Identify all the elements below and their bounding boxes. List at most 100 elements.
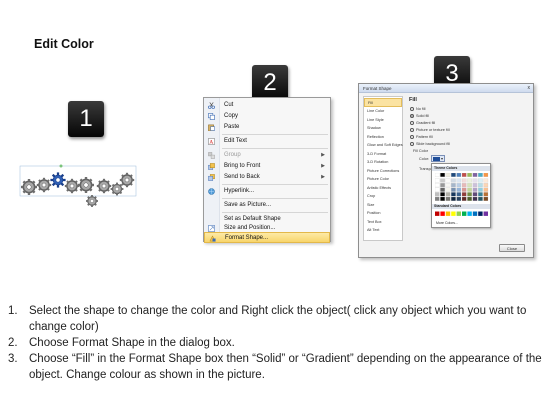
radio-button[interactable] bbox=[410, 142, 414, 146]
theme-color-swatch[interactable] bbox=[472, 192, 478, 197]
radio-button[interactable] bbox=[410, 121, 414, 125]
radio-button[interactable] bbox=[410, 135, 414, 139]
standard-color-swatch[interactable] bbox=[483, 211, 488, 216]
standard-color-swatch[interactable] bbox=[478, 211, 483, 216]
theme-color-swatch[interactable] bbox=[478, 192, 483, 197]
theme-color-swatch[interactable] bbox=[461, 173, 467, 177]
theme-color-swatch[interactable] bbox=[445, 183, 451, 188]
theme-color-swatch[interactable] bbox=[467, 187, 472, 192]
theme-color-swatch[interactable] bbox=[472, 196, 478, 201]
menu-item-copy[interactable]: Copy bbox=[204, 111, 330, 122]
theme-color-swatch[interactable] bbox=[483, 178, 489, 183]
nav-item-line-style[interactable]: Line Style bbox=[364, 116, 402, 125]
theme-color-swatch[interactable] bbox=[483, 183, 489, 188]
theme-color-swatch[interactable] bbox=[456, 173, 462, 177]
radio-button[interactable] bbox=[410, 107, 414, 111]
theme-color-swatch[interactable] bbox=[445, 192, 451, 197]
menu-item-edit-text[interactable]: A Edit Text bbox=[204, 136, 330, 147]
theme-color-swatch[interactable] bbox=[451, 187, 456, 192]
standard-color-swatch[interactable] bbox=[445, 211, 451, 216]
theme-color-swatch[interactable] bbox=[467, 173, 472, 177]
theme-color-swatch[interactable] bbox=[445, 187, 451, 192]
radio-button[interactable] bbox=[410, 128, 414, 132]
theme-color-swatch[interactable] bbox=[478, 183, 483, 188]
theme-color-swatch[interactable] bbox=[483, 196, 489, 201]
theme-color-swatch[interactable] bbox=[472, 187, 478, 192]
theme-color-swatch[interactable] bbox=[478, 173, 483, 177]
theme-color-swatch[interactable] bbox=[435, 187, 440, 192]
nav-item-glow[interactable]: Glow and Soft Edges bbox=[364, 141, 403, 150]
gears-graphic[interactable] bbox=[16, 155, 144, 215]
theme-color-swatch[interactable] bbox=[456, 187, 462, 192]
menu-item-save-as-picture[interactable]: Save as Picture... bbox=[204, 200, 330, 211]
more-colors-link[interactable]: More Colors... bbox=[436, 221, 458, 225]
nav-item-position[interactable]: Position bbox=[364, 209, 402, 218]
nav-item-fill[interactable]: Fill bbox=[364, 98, 402, 107]
theme-color-grid[interactable] bbox=[435, 173, 489, 203]
theme-color-swatch[interactable] bbox=[445, 173, 451, 177]
theme-color-swatch[interactable] bbox=[461, 196, 467, 201]
theme-color-swatch[interactable] bbox=[478, 178, 483, 183]
nav-item-3d-format[interactable]: 3-D Format bbox=[364, 150, 402, 159]
theme-color-swatch[interactable] bbox=[472, 183, 478, 188]
nav-item-crop[interactable]: Crop bbox=[364, 192, 402, 201]
menu-item-cut[interactable]: Cut bbox=[204, 100, 330, 111]
theme-color-swatch[interactable] bbox=[478, 196, 483, 201]
theme-color-swatch[interactable] bbox=[461, 183, 467, 188]
theme-color-swatch[interactable] bbox=[456, 183, 462, 188]
theme-color-swatch[interactable] bbox=[451, 192, 456, 197]
radio-button[interactable] bbox=[410, 114, 414, 118]
theme-color-swatch[interactable] bbox=[435, 192, 440, 197]
close-button[interactable]: Close bbox=[499, 244, 525, 252]
theme-color-swatch[interactable] bbox=[456, 178, 462, 183]
theme-color-swatch[interactable] bbox=[461, 178, 467, 183]
theme-color-swatch[interactable] bbox=[478, 187, 483, 192]
menu-item-send-to-back[interactable]: Send to Back ▶ bbox=[204, 172, 330, 183]
radio-picture-fill[interactable]: Picture or texture fill bbox=[410, 127, 450, 133]
theme-color-swatch[interactable] bbox=[461, 187, 467, 192]
theme-color-swatch[interactable] bbox=[472, 178, 478, 183]
theme-color-swatch[interactable] bbox=[435, 183, 440, 188]
theme-color-swatch[interactable] bbox=[451, 196, 456, 201]
theme-color-swatch[interactable] bbox=[451, 183, 456, 188]
theme-color-swatch[interactable] bbox=[461, 192, 467, 197]
nav-item-picture-color[interactable]: Picture Color bbox=[364, 175, 402, 184]
theme-color-swatch[interactable] bbox=[483, 173, 489, 177]
standard-color-swatch[interactable] bbox=[435, 211, 440, 216]
theme-color-swatch[interactable] bbox=[435, 173, 440, 177]
nav-item-line-color[interactable]: Line Color bbox=[364, 107, 402, 116]
standard-color-swatch[interactable] bbox=[472, 211, 478, 216]
menu-item-bring-to-front[interactable]: Bring to Front ▶ bbox=[204, 161, 330, 172]
theme-color-swatch[interactable] bbox=[440, 187, 445, 192]
radio-no-fill[interactable]: No fill bbox=[410, 106, 426, 112]
standard-color-row[interactable] bbox=[435, 211, 489, 217]
theme-color-swatch[interactable] bbox=[440, 173, 445, 177]
theme-color-swatch[interactable] bbox=[483, 192, 489, 197]
radio-pattern-fill[interactable]: Pattern fill bbox=[410, 134, 433, 140]
theme-color-swatch[interactable] bbox=[456, 192, 462, 197]
standard-color-swatch[interactable] bbox=[462, 211, 467, 216]
theme-color-swatch[interactable] bbox=[467, 178, 472, 183]
standard-color-swatch[interactable] bbox=[456, 211, 461, 216]
theme-color-swatch[interactable] bbox=[483, 187, 489, 192]
theme-color-swatch[interactable] bbox=[440, 178, 445, 183]
theme-color-swatch[interactable] bbox=[451, 173, 456, 177]
theme-color-swatch[interactable] bbox=[435, 178, 440, 183]
theme-color-swatch[interactable] bbox=[467, 183, 472, 188]
theme-color-swatch[interactable] bbox=[440, 183, 445, 188]
menu-item-hyperlink[interactable]: Hyperlink... bbox=[204, 186, 330, 197]
nav-item-alt-text[interactable]: Alt Text bbox=[364, 226, 402, 235]
nav-item-3d-rotation[interactable]: 3-D Rotation bbox=[364, 158, 402, 167]
nav-item-reflection[interactable]: Reflection bbox=[364, 133, 402, 142]
theme-color-swatch[interactable] bbox=[435, 196, 440, 201]
standard-color-swatch[interactable] bbox=[467, 211, 472, 216]
theme-color-swatch[interactable] bbox=[467, 196, 472, 201]
close-icon[interactable]: x bbox=[528, 85, 531, 91]
theme-color-swatch[interactable] bbox=[445, 178, 451, 183]
nav-item-size[interactable]: Size bbox=[364, 201, 402, 210]
color-picker-button[interactable]: ▾ bbox=[431, 155, 445, 162]
nav-item-text-box[interactable]: Text Box bbox=[364, 218, 402, 227]
radio-slide-background-fill[interactable]: Slide background fill bbox=[410, 141, 450, 147]
radio-solid-fill[interactable]: Solid fill bbox=[410, 113, 429, 119]
theme-color-swatch[interactable] bbox=[445, 196, 451, 201]
